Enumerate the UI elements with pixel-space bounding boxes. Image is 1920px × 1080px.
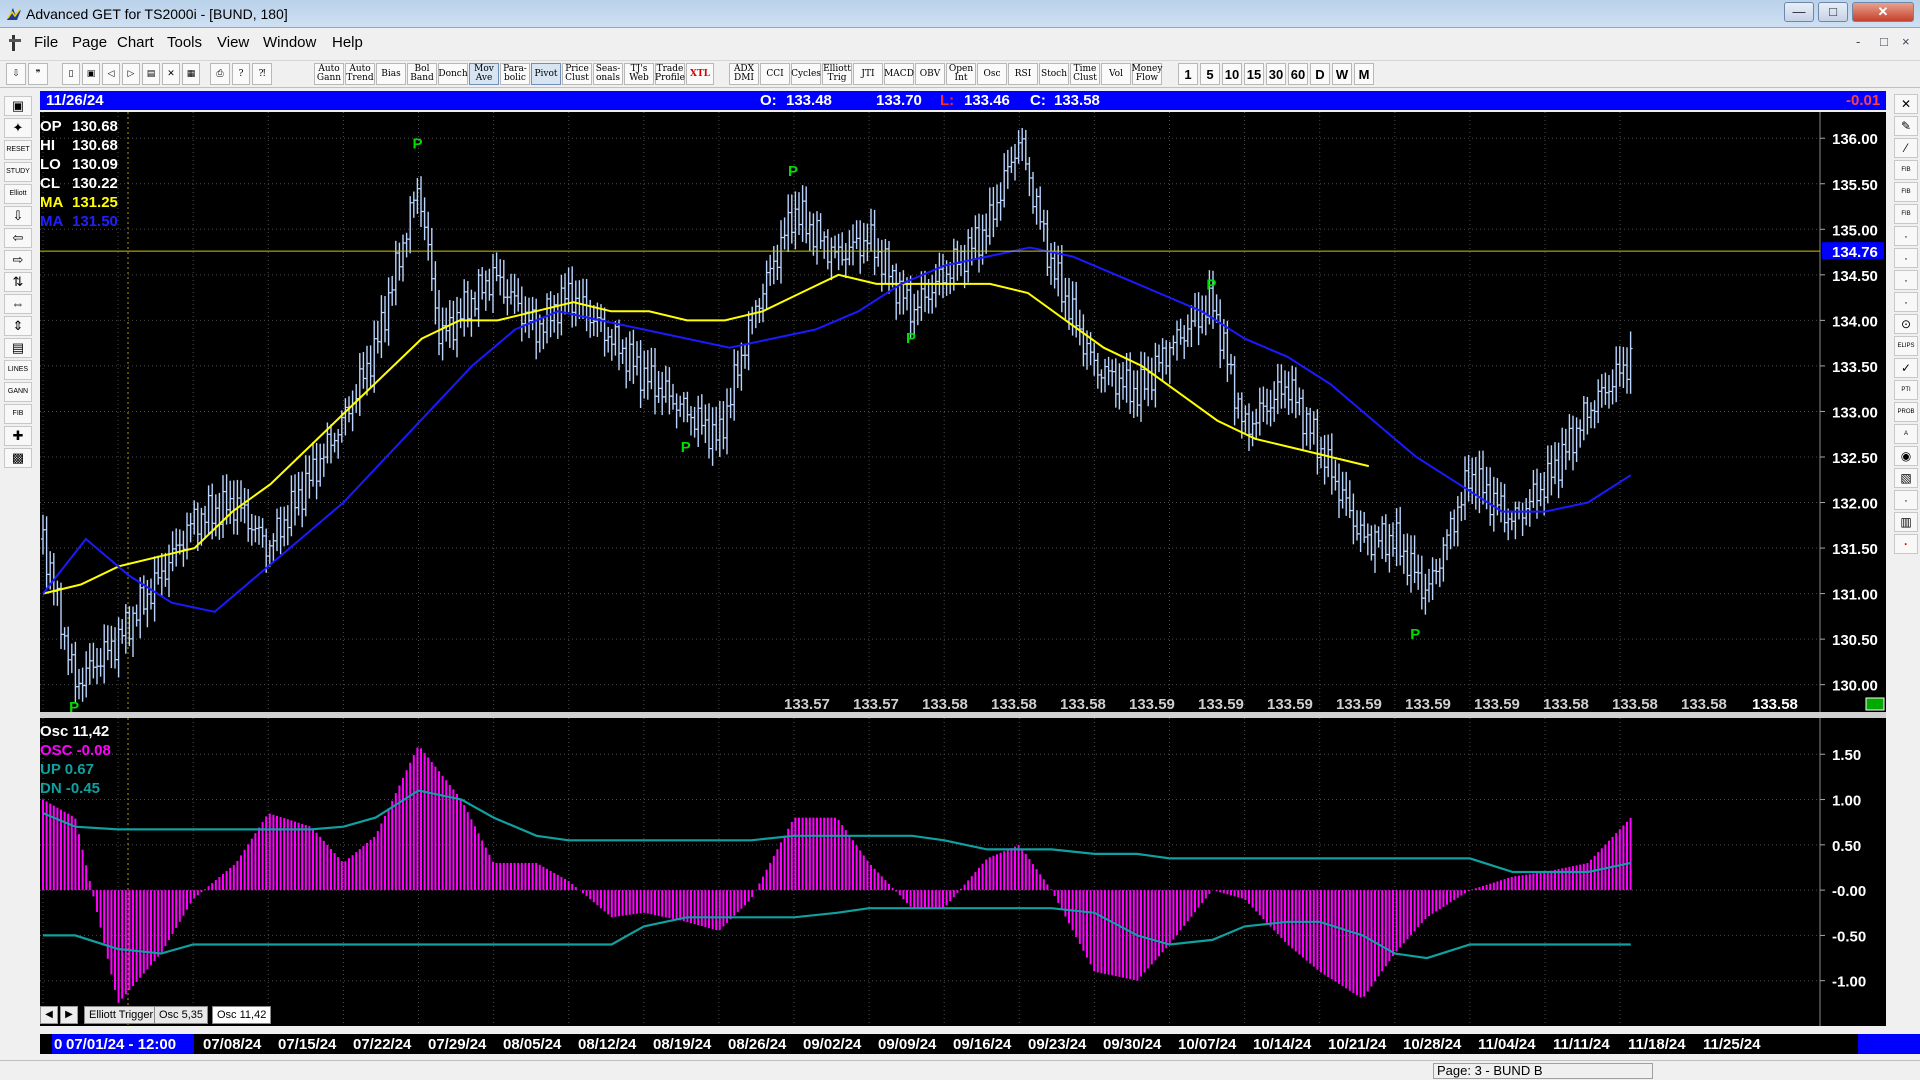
price-legend-value: 130.09 bbox=[72, 156, 118, 173]
price-tick-label: 134.50 bbox=[1832, 268, 1878, 285]
date-tick-label: 08/05/24 bbox=[503, 1036, 562, 1053]
price-legend-label: HI bbox=[40, 137, 55, 154]
price-legend-label: MA bbox=[40, 213, 63, 230]
date-tick-label: 10/21/24 bbox=[1328, 1036, 1387, 1053]
osc-tick-label: -0.00 bbox=[1832, 883, 1866, 900]
date-tick-label: 09/09/24 bbox=[878, 1036, 937, 1053]
projection-value: 133.59 bbox=[1198, 696, 1244, 713]
osc-legend-label: OSC -0.08 bbox=[40, 742, 111, 759]
price-tick-label: 131.00 bbox=[1832, 587, 1878, 604]
status-page: Page: 3 - BUND B bbox=[1433, 1063, 1653, 1079]
tab-prev-icon[interactable]: ◀ bbox=[40, 1006, 58, 1024]
price-tick-label: 133.50 bbox=[1832, 359, 1878, 376]
pivot-marker: P bbox=[1206, 277, 1216, 294]
pivot-marker: P bbox=[413, 135, 423, 152]
app-window: Advanced GET for TS2000i - [BUND, 180] —… bbox=[0, 0, 1920, 1080]
price-legend-value: 130.68 bbox=[72, 137, 118, 154]
panel-corner-icon bbox=[1865, 697, 1885, 711]
projection-value: 133.57 bbox=[853, 696, 899, 713]
price-legend-value: 131.50 bbox=[72, 213, 118, 230]
price-tick-label: 130.00 bbox=[1832, 678, 1878, 695]
osc-tick-label: -1.00 bbox=[1832, 974, 1866, 991]
date-tick-label: 07/01/24 - 12:00 bbox=[66, 1036, 177, 1053]
osc-tick-label: 1.00 bbox=[1832, 793, 1861, 810]
tab-next-icon[interactable]: ▶ bbox=[60, 1006, 78, 1024]
projection-value: 133.58 bbox=[1543, 696, 1589, 713]
osc-tick-label: 1.50 bbox=[1832, 747, 1861, 764]
pivot-marker: P bbox=[1410, 626, 1420, 643]
price-legend-value: 130.22 bbox=[72, 175, 118, 192]
date-tick-label: 08/12/24 bbox=[578, 1036, 637, 1053]
date-tick-label: 10/07/24 bbox=[1178, 1036, 1237, 1053]
projection-value: 133.59 bbox=[1129, 696, 1175, 713]
osc-tick-label: 0.50 bbox=[1832, 838, 1861, 855]
osc-legend-label: DN -0.45 bbox=[40, 780, 100, 797]
date-tick-label: 10/28/24 bbox=[1403, 1036, 1462, 1053]
price-tick-label: 130.50 bbox=[1832, 632, 1878, 649]
date-axis: 0 07/01/24 - 12:00 07/08/24 07/15/24 07/22/… bbox=[40, 1034, 1920, 1054]
price-legend-label: CL bbox=[40, 175, 60, 192]
projection-value: 133.59 bbox=[1474, 696, 1520, 713]
tab-osc-5-35[interactable]: Osc 5,35 bbox=[154, 1006, 209, 1024]
projection-value: 133.59 bbox=[1267, 696, 1313, 713]
price-legend-label: MA bbox=[40, 194, 63, 211]
last-value-label: 133.58 bbox=[1752, 696, 1798, 713]
date-tick-label: 09/30/24 bbox=[1103, 1036, 1162, 1053]
price-tick-label: 135.00 bbox=[1832, 222, 1878, 239]
price-legend-value: 130.68 bbox=[72, 118, 118, 135]
chart-area[interactable]: 130.00 130.50 131.00 131.50 132.00 132.50 133.… bbox=[0, 0, 1920, 1080]
tab-osc-11-42[interactable]: Osc 11,42 bbox=[212, 1006, 272, 1024]
status-bar: Page: 3 - BUND B bbox=[0, 1060, 1920, 1080]
osc-legend-label: UP 0.67 bbox=[40, 761, 94, 778]
projection-value: 133.58 bbox=[1681, 696, 1727, 713]
price-tick-label: 133.00 bbox=[1832, 404, 1878, 421]
pivot-marker: P bbox=[69, 699, 79, 716]
date-tick-label: 11/04/24 bbox=[1478, 1036, 1536, 1053]
date-tick-label: 08/26/24 bbox=[728, 1036, 787, 1053]
date-tick-label: 07/22/24 bbox=[353, 1036, 412, 1053]
date-tick-label: 10/14/24 bbox=[1253, 1036, 1312, 1053]
date-tick-label: 11/11/24 bbox=[1553, 1036, 1610, 1053]
price-tick-label: 136.00 bbox=[1832, 131, 1878, 148]
price-legend-value: 131.25 bbox=[72, 194, 118, 211]
projection-value: 133.58 bbox=[991, 696, 1037, 713]
date-end-highlight bbox=[1858, 1034, 1920, 1054]
date-tick-label: 09/02/24 bbox=[803, 1036, 862, 1053]
date-tick-label: 09/23/24 bbox=[1028, 1036, 1087, 1053]
price-tick-label: 131.50 bbox=[1832, 541, 1878, 558]
price-tick-label: 135.50 bbox=[1832, 177, 1878, 194]
projection-value: 133.58 bbox=[1060, 696, 1106, 713]
projection-value: 133.59 bbox=[1405, 696, 1451, 713]
date-tick-label: 07/15/24 bbox=[278, 1036, 337, 1053]
date-prefix: 0 bbox=[54, 1036, 63, 1053]
osc-legend-label: Osc 11,42 bbox=[40, 723, 109, 740]
price-panel-background bbox=[40, 112, 1886, 712]
date-tick-label: 11/25/24 bbox=[1703, 1036, 1761, 1053]
projection-value: 133.57 bbox=[784, 696, 830, 713]
pivot-marker: P bbox=[906, 330, 916, 347]
projection-value: 133.58 bbox=[1612, 696, 1658, 713]
date-tick-label: 08/19/24 bbox=[653, 1036, 712, 1053]
price-tick-label: 134.00 bbox=[1832, 313, 1878, 330]
date-tick-label: 07/29/24 bbox=[428, 1036, 487, 1053]
price-tick-label: 132.00 bbox=[1832, 496, 1878, 513]
projection-value: 133.59 bbox=[1336, 696, 1382, 713]
price-legend-label: OP bbox=[40, 118, 62, 135]
price-tick-label: 132.50 bbox=[1832, 450, 1878, 467]
price-level-label: 134.76 bbox=[1832, 244, 1878, 261]
date-tick-label: 11/18/24 bbox=[1628, 1036, 1686, 1053]
pivot-marker: P bbox=[681, 439, 691, 456]
date-tick-label: 09/16/24 bbox=[953, 1036, 1012, 1053]
indicator-tabs: ◀ ▶ Elliott Trigger Osc 5,35 Osc 11,42 bbox=[40, 1006, 1140, 1024]
projection-value: 133.58 bbox=[922, 696, 968, 713]
date-tick-label: 07/08/24 bbox=[203, 1036, 262, 1053]
price-legend-label: LO bbox=[40, 156, 61, 173]
tab-elliott-trigger[interactable]: Elliott Trigger bbox=[84, 1006, 159, 1024]
osc-tick-label: -0.50 bbox=[1832, 928, 1866, 945]
pivot-marker: P bbox=[788, 163, 798, 180]
